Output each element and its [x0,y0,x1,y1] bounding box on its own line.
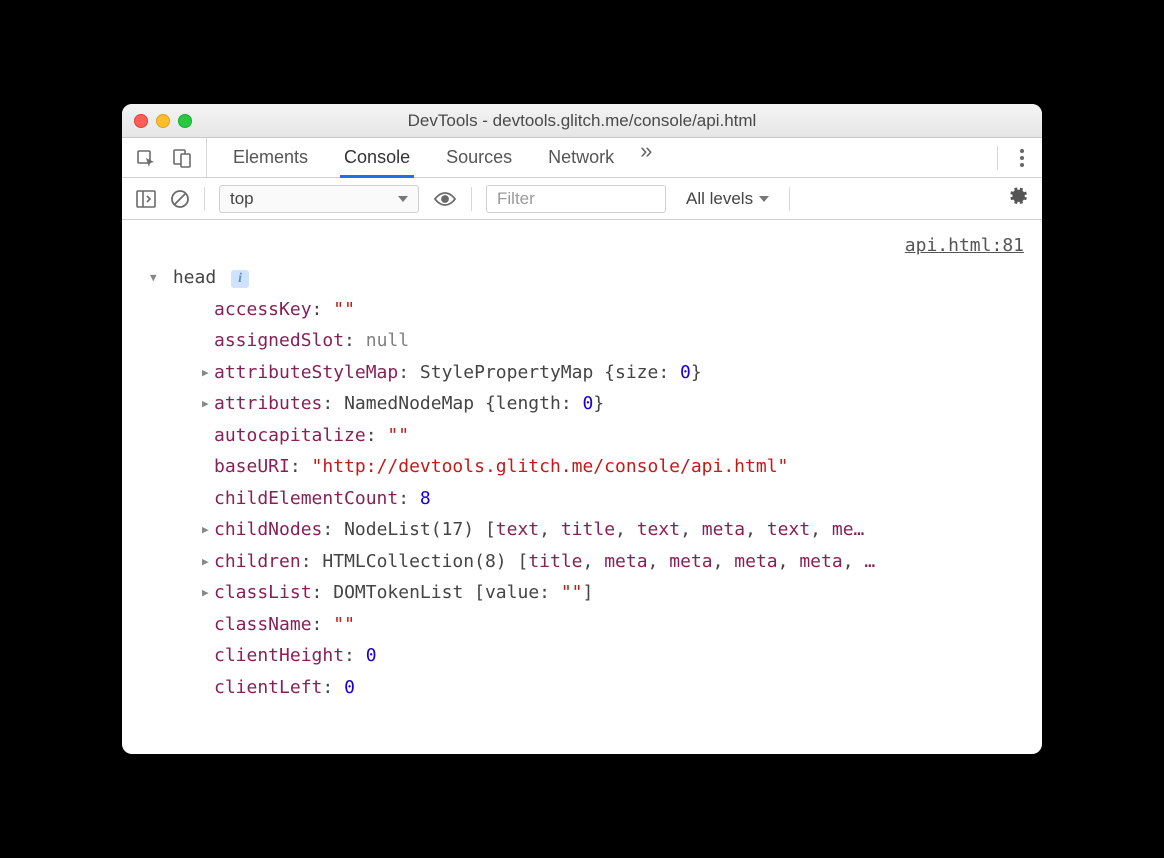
separator [471,187,472,211]
property-row[interactable]: childElementCount: 8 [202,483,1032,515]
property-row[interactable]: assignedSlot: null [202,325,1032,357]
device-toolbar-icon[interactable] [172,148,192,168]
property-row[interactable]: attributeStyleMap: StylePropertyMap {siz… [202,357,1032,389]
clear-console-icon[interactable] [170,189,190,209]
property-row[interactable]: clientHeight: 0 [202,640,1032,672]
object-tree: head i accessKey: "" assignedSlot: null … [150,262,1032,703]
property-row[interactable]: autocapitalize: "" [202,420,1032,452]
devtools-window: DevTools - devtools.glitch.me/console/ap… [122,104,1042,754]
inspect-element-icon[interactable] [136,148,156,168]
context-value: top [230,189,254,209]
console-settings-icon[interactable] [1008,186,1028,212]
close-window-button[interactable] [134,114,148,128]
live-expression-icon[interactable] [433,191,457,207]
tab-sources[interactable]: Sources [428,138,530,177]
tabs-overflow-button[interactable]: » [632,138,660,177]
source-link[interactable]: api.html:81 [905,230,1024,262]
property-row[interactable]: baseURI: "http://devtools.glitch.me/cons… [202,451,1032,483]
tabbar: Elements Console Sources Network » [122,138,1042,178]
tab-elements[interactable]: Elements [215,138,326,177]
property-row[interactable]: attributes: NamedNodeMap {length: 0} [202,388,1032,420]
tree-root-row[interactable]: head i [150,262,1032,294]
property-row[interactable]: clientLeft: 0 [202,672,1032,704]
traffic-lights [134,114,192,128]
tab-network[interactable]: Network [530,138,632,177]
window-title: DevTools - devtools.glitch.me/console/ap… [122,111,1042,131]
chevron-right-icon[interactable] [202,388,212,420]
separator [789,187,790,211]
property-row[interactable]: classList: DOMTokenList [value: ""] [202,577,1032,609]
separator [204,187,205,211]
chevron-right-icon[interactable] [202,514,212,546]
separator [997,146,998,170]
chevron-right-icon[interactable] [202,357,212,389]
chevron-right-icon[interactable] [202,577,212,609]
property-row[interactable]: className: "" [202,609,1032,641]
minimize-window-button[interactable] [156,114,170,128]
chevron-down-icon[interactable] [150,262,160,294]
filter-input[interactable] [486,185,666,213]
property-row[interactable]: accessKey: "" [202,294,1032,326]
console-output: api.html:81 head i accessKey: "" assigne… [122,220,1042,754]
execution-context-selector[interactable]: top [219,185,419,213]
zoom-window-button[interactable] [178,114,192,128]
more-options-button[interactable] [1016,149,1028,167]
property-row[interactable]: childNodes: NodeList(17) [text, title, t… [202,514,1032,546]
log-levels-selector[interactable]: All levels [680,189,775,209]
console-toolbar: top All levels [122,178,1042,220]
info-icon[interactable]: i [231,270,249,288]
sidebar-toggle-icon[interactable] [136,190,156,208]
tab-console[interactable]: Console [326,138,428,177]
property-row[interactable]: children: HTMLCollection(8) [title, meta… [202,546,1032,578]
titlebar: DevTools - devtools.glitch.me/console/ap… [122,104,1042,138]
chevron-right-icon[interactable] [202,546,212,578]
